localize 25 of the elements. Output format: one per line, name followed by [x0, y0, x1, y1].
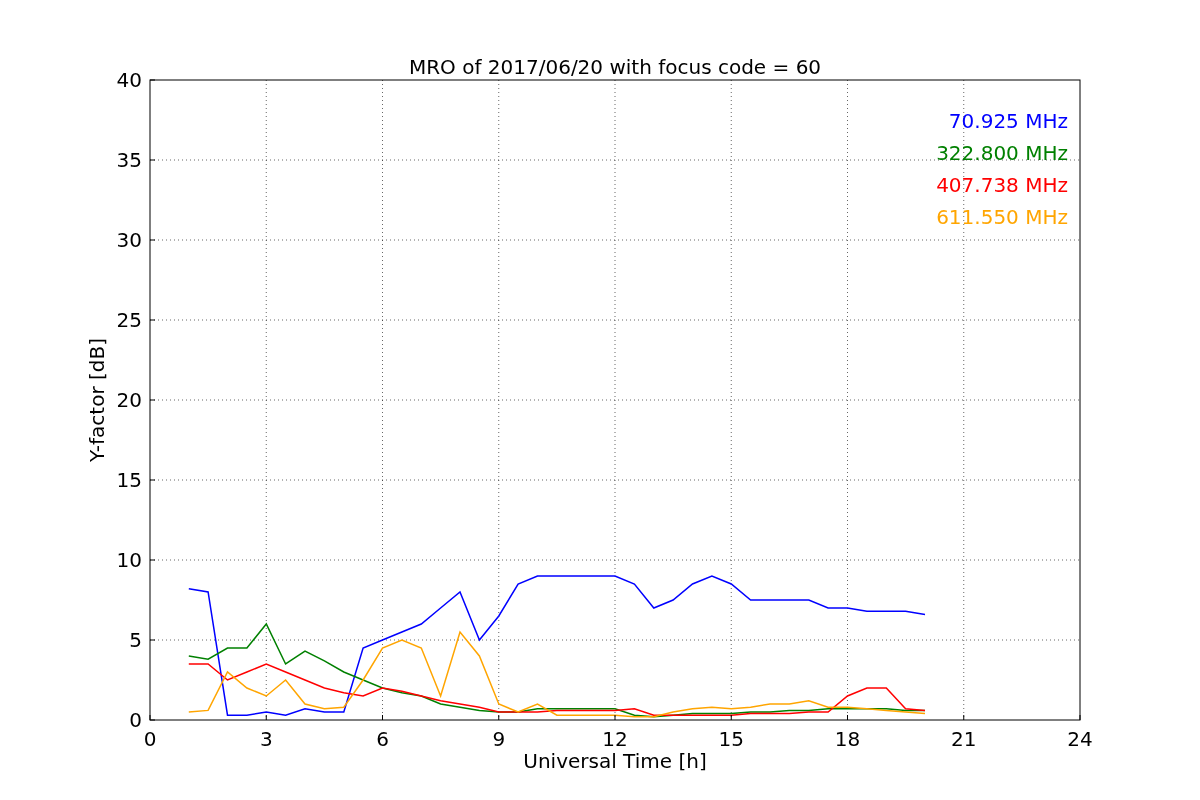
y-tick-label: 0 [129, 708, 142, 732]
y-tick-label: 35 [116, 148, 142, 172]
x-tick-label: 24 [1067, 727, 1093, 751]
y-tick-label: 30 [116, 228, 142, 252]
x-axis-label: Universal Time [h] [523, 749, 707, 773]
x-tick-label: 6 [376, 727, 389, 751]
x-tick-label: 3 [259, 727, 273, 751]
legend-label: 322.800 MHz [936, 141, 1068, 165]
y-tick-label: 20 [116, 388, 142, 412]
y-tick-label: 25 [116, 308, 142, 332]
x-tick-label: 0 [143, 727, 157, 751]
legend-label: 611.550 MHz [936, 205, 1068, 229]
x-tick-label: 9 [492, 727, 506, 751]
x-tick-label: 12 [602, 727, 628, 751]
y-tick-label: 5 [129, 628, 142, 652]
y-tick-label: 10 [116, 548, 142, 572]
x-tick-label: 21 [951, 727, 977, 751]
x-tick-label: 15 [718, 727, 744, 751]
y-tick-label: 40 [116, 68, 142, 92]
y-axis-label: Y-factor [dB] [85, 338, 109, 462]
legend-label: 407.738 MHz [936, 173, 1068, 197]
x-tick-label: 18 [834, 727, 861, 751]
y-tick-label: 15 [116, 468, 142, 492]
legend-label: 70.925 MHz [948, 109, 1068, 133]
chart-title: MRO of 2017/06/20 with focus code = 60 [408, 55, 822, 79]
